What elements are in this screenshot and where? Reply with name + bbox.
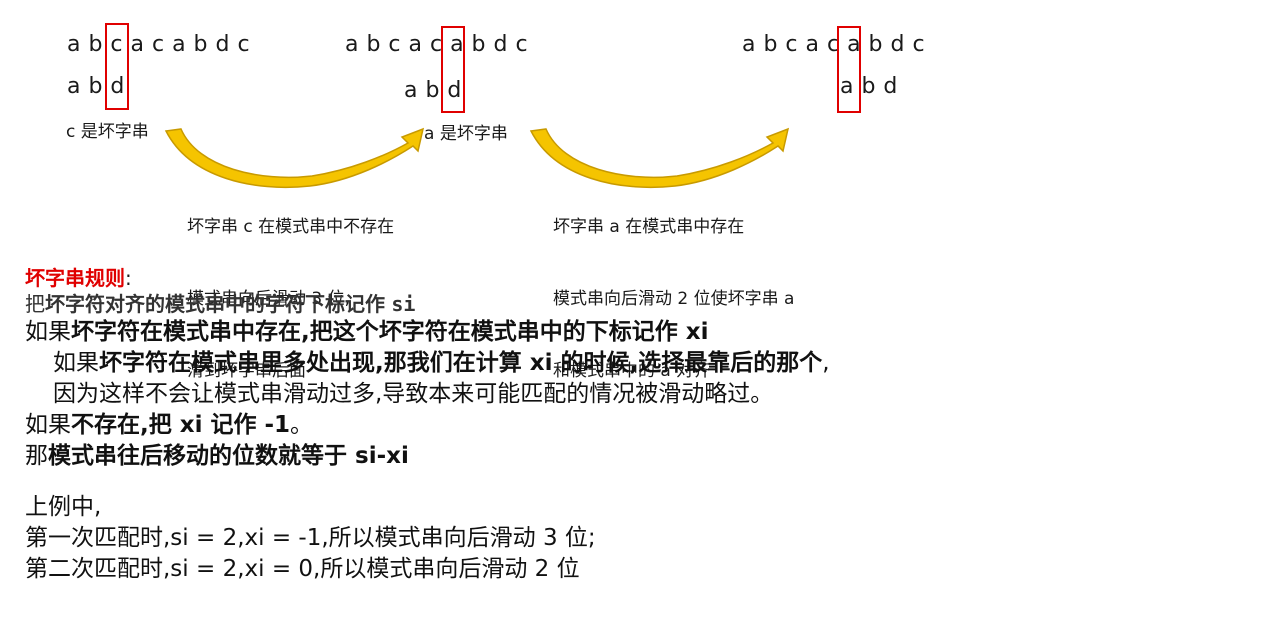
rule-xi-text: 坏字符在模式串中存在,把这个坏字符在模式串中的下标记作 xi [71, 319, 709, 345]
rule-shift-text: 模式串往后移动的位数就等于 si-xi [48, 443, 409, 469]
rule-xi-prefix: 如果 [25, 319, 71, 345]
rule-multiple-text: 坏字符在模式串里多处出现,那我们在计算 xi 的时候,选择最靠后的那个 [99, 350, 823, 376]
rule-multiple-suffix: , [822, 350, 830, 376]
rule-not-exists-text: 不存在,把 xi 记作 -1 [71, 412, 291, 438]
rule-si-code: si [391, 292, 416, 316]
rule-shift-formula: 那模式串往后移动的位数就等于 si-xi [25, 441, 830, 472]
rule-not-exists-prefix: 如果 [25, 412, 71, 438]
rule-shift-prefix: 那 [25, 443, 48, 469]
rules-title: 坏字串规则: [25, 265, 830, 291]
summary-second-match: 第二次匹配时,si = 2,xi = 0,所以模式串向后滑动 2 位 [25, 556, 580, 582]
note-1-line-1: 坏字串 c 在模式串中不存在 [187, 217, 395, 237]
rule-si-text: 坏字符对齐的模式串中的字符下标记作 [45, 292, 385, 316]
rule-not-exists: 如果不存在,把 xi 记作 -1。 [25, 410, 830, 441]
summary-first-match: 第一次匹配时,si = 2,xi = -1,所以模式串向后滑动 3 位; [25, 525, 596, 551]
rules-title-text: 坏字串规则 [25, 266, 125, 290]
rules-section: 坏字串规则: 把坏字符对齐的模式串中的字符下标记作 si 如果坏字符在模式串中存… [25, 265, 830, 585]
rule-multiple-prefix: 如果 [53, 350, 99, 376]
rule-si-prefix: 把 [25, 292, 45, 316]
note-2-line-1: 坏字串 a 在模式串中存在 [553, 217, 745, 237]
rules-title-colon: : [125, 266, 132, 290]
rule-si-definition: 把坏字符对齐的模式串中的字符下标记作 si [25, 291, 830, 317]
rule-reason: 因为这样不会让模式串滑动过多,导致本来可能匹配的情况被滑动略过。 [53, 381, 774, 407]
rule-multiple-occurrence: 如果坏字符在模式串里多处出现,那我们在计算 xi 的时候,选择最靠后的那个, [25, 348, 830, 379]
rule-not-exists-suffix: 。 [290, 412, 314, 438]
summary-intro: 上例中, [25, 494, 102, 520]
rule-xi-exists: 如果坏字符在模式串中存在,把这个坏字符在模式串中的下标记作 xi [25, 317, 830, 348]
